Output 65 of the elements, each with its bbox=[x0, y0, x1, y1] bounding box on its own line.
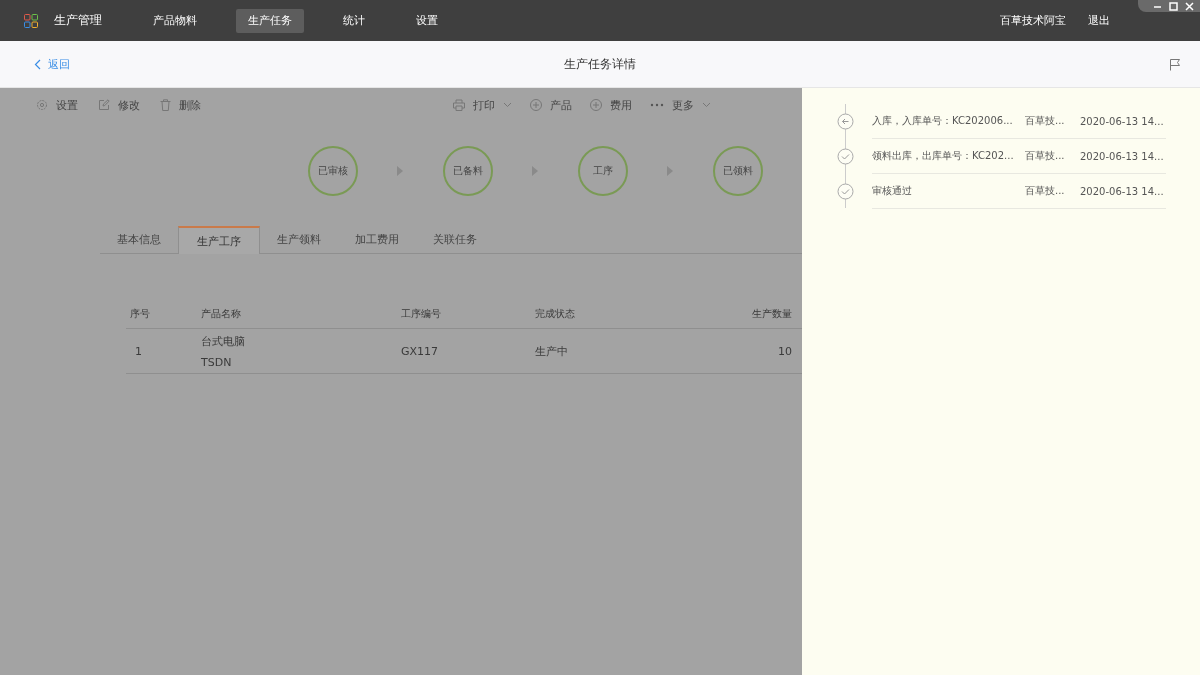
toolbar-button[interactable]: 产品 bbox=[530, 97, 572, 113]
maximize-icon[interactable] bbox=[1169, 1, 1178, 11]
caret-icon bbox=[503, 102, 512, 108]
table-cell-text: 生产中 bbox=[535, 343, 569, 359]
check-circle-icon bbox=[837, 183, 854, 200]
toolbar-button[interactable]: 打印 bbox=[453, 97, 512, 113]
history-user: 百草技... bbox=[1025, 184, 1066, 198]
table-cell-text: 10 bbox=[777, 344, 792, 358]
grid-logo-icon bbox=[24, 13, 38, 28]
toolbar-button[interactable]: 费用 bbox=[590, 97, 632, 113]
tab[interactable]: 加工费用 bbox=[338, 226, 416, 253]
toolbar-button[interactable]: 更多 bbox=[650, 97, 711, 113]
column-header: 序号 bbox=[129, 307, 151, 321]
step-arrow-icon bbox=[667, 166, 673, 176]
step-circle: 工序 bbox=[578, 146, 628, 196]
nav-tab[interactable]: 生产任务 bbox=[236, 8, 304, 33]
logout-link[interactable]: 退出 bbox=[1088, 13, 1110, 28]
history-text: 审核通过 bbox=[872, 184, 913, 198]
chevron-left-icon bbox=[34, 58, 41, 70]
edit-icon bbox=[98, 99, 110, 111]
tab[interactable]: 生产工序 bbox=[178, 226, 260, 254]
arrow-left-circle-icon bbox=[837, 113, 854, 130]
plus-circle-icon bbox=[590, 99, 602, 111]
nav-tab[interactable]: 设置 bbox=[404, 8, 450, 33]
tab[interactable]: 基本信息 bbox=[100, 226, 178, 253]
table-cell-text: 1 bbox=[134, 344, 143, 358]
printer-icon bbox=[453, 99, 465, 111]
history-user: 百草技... bbox=[1025, 114, 1066, 128]
check-circle-icon bbox=[837, 148, 854, 165]
column-header: 生产数量 bbox=[751, 307, 792, 321]
column-header: 完成状态 bbox=[535, 307, 576, 321]
plus-circle-icon bbox=[530, 99, 542, 111]
tab[interactable]: 关联任务 bbox=[416, 226, 494, 253]
toolbar-button[interactable]: 设置 bbox=[36, 97, 78, 113]
trash-icon bbox=[160, 99, 171, 111]
table-cell-text: GX117 bbox=[401, 344, 440, 358]
step-arrow-icon bbox=[397, 166, 403, 176]
step-circle: 已审核 bbox=[308, 146, 358, 196]
user-name[interactable]: 百草技术阿宝 bbox=[1000, 13, 1066, 28]
flag-icon[interactable] bbox=[1169, 57, 1181, 71]
app-title: 生产管理 bbox=[54, 12, 102, 29]
back-link[interactable]: 返回 bbox=[34, 56, 70, 72]
close-icon[interactable] bbox=[1185, 1, 1194, 11]
history-time: 2020-06-13 14... bbox=[1080, 150, 1164, 162]
column-header: 工序编号 bbox=[401, 307, 442, 321]
nav-tab[interactable]: 统计 bbox=[331, 8, 377, 33]
table-cell-text: 台式电脑 bbox=[201, 333, 246, 349]
history-text: 入库，入库单号：KC202006... bbox=[872, 114, 1014, 128]
page-title: 生产任务详情 bbox=[564, 55, 636, 73]
toolbar-button[interactable]: 删除 bbox=[160, 97, 201, 113]
more-icon bbox=[650, 103, 664, 107]
history-text: 领料出库，出库单号：KC202... bbox=[872, 149, 1015, 163]
column-header: 产品名称 bbox=[201, 307, 242, 321]
toolbar-button[interactable]: 修改 bbox=[98, 97, 140, 113]
settings-icon bbox=[36, 99, 48, 111]
caret-icon bbox=[702, 102, 711, 108]
step-circle: 已领料 bbox=[713, 146, 763, 196]
tab[interactable]: 生产领料 bbox=[260, 226, 338, 253]
history-user: 百草技... bbox=[1025, 149, 1066, 163]
nav-tab[interactable]: 产品物料 bbox=[141, 8, 209, 33]
history-time: 2020-06-13 14... bbox=[1080, 185, 1164, 197]
step-arrow-icon bbox=[532, 166, 538, 176]
history-time: 2020-06-13 14... bbox=[1080, 115, 1164, 127]
table-cell-text: TSDN bbox=[201, 355, 233, 369]
step-circle: 已备料 bbox=[443, 146, 493, 196]
